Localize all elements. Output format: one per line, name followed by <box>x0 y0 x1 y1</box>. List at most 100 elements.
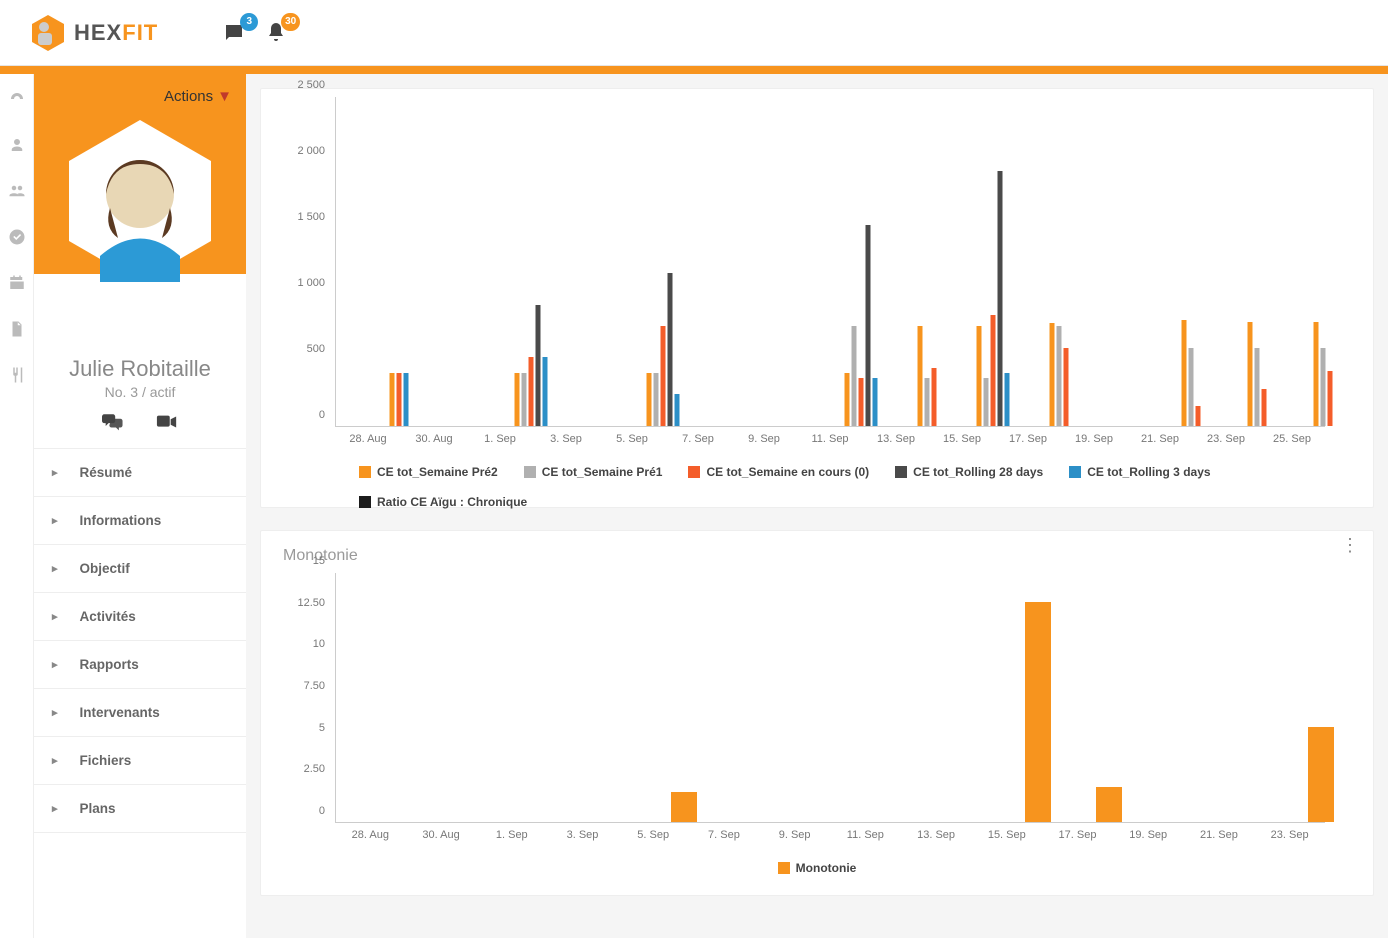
sidebar-item-label: Informations <box>80 513 162 528</box>
nutrition-icon[interactable] <box>8 366 26 384</box>
bar[interactable] <box>404 373 409 426</box>
bar[interactable] <box>845 373 850 426</box>
group-icon[interactable] <box>8 182 26 200</box>
legend-item[interactable]: CE tot_Semaine Pré2 <box>359 465 498 479</box>
accent-bar <box>0 66 1388 74</box>
bar[interactable] <box>1255 348 1260 426</box>
monotonie-legend: Monotonie <box>279 861 1355 875</box>
bar[interactable] <box>925 378 930 426</box>
sidebar-item-fichiers[interactable]: ▸Fichiers <box>34 737 246 785</box>
video-icon[interactable] <box>156 412 178 432</box>
legend-item[interactable]: CE tot_Semaine Pré1 <box>524 465 663 479</box>
sidebar: Actions ▼ Julie Robitaille No. 3 / actif <box>34 74 246 938</box>
bar[interactable] <box>543 357 548 426</box>
bar[interactable] <box>984 378 989 426</box>
bar[interactable] <box>1248 322 1253 426</box>
bar[interactable] <box>918 326 923 426</box>
bar[interactable] <box>515 373 520 426</box>
calendar-icon[interactable] <box>8 274 26 292</box>
legend-label: CE tot_Semaine en cours (0) <box>706 465 869 479</box>
bar[interactable] <box>1050 323 1055 426</box>
caret-right-icon: ▸ <box>52 562 58 575</box>
sidebar-item-informations[interactable]: ▸ Informations <box>34 497 246 545</box>
legend-item[interactable]: CE tot_Rolling 28 days <box>895 465 1043 479</box>
bar[interactable] <box>1025 602 1051 822</box>
sidebar-item-objectif[interactable]: ▸Objectif <box>34 545 246 593</box>
legend-swatch <box>524 466 536 478</box>
bar[interactable] <box>1308 727 1334 822</box>
alerts-button[interactable]: 30 <box>264 21 288 45</box>
bar[interactable] <box>647 373 652 426</box>
legend-swatch <box>778 862 790 874</box>
legend-item[interactable]: CE tot_Rolling 3 days <box>1069 465 1210 479</box>
profile-info: Julie Robitaille No. 3 / actif <box>34 274 246 448</box>
bar[interactable] <box>998 171 1003 426</box>
bar[interactable] <box>1314 322 1319 426</box>
bar[interactable] <box>852 326 857 426</box>
bar[interactable] <box>873 378 878 426</box>
bar[interactable] <box>859 378 864 426</box>
bar[interactable] <box>397 373 402 426</box>
sidebar-item-label: Activités <box>80 609 136 624</box>
bar[interactable] <box>866 225 871 426</box>
bar[interactable] <box>671 792 697 822</box>
caret-right-icon: ▸ <box>52 514 58 527</box>
legend-swatch <box>895 466 907 478</box>
legend-label: CE tot_Rolling 28 days <box>913 465 1043 479</box>
messages-button[interactable]: 3 <box>222 21 246 45</box>
bar[interactable] <box>977 326 982 426</box>
legend-label: Monotonie <box>796 861 857 875</box>
bar[interactable] <box>1262 389 1267 426</box>
bar[interactable] <box>654 373 659 426</box>
caret-right-icon: ▸ <box>52 658 58 671</box>
bar[interactable] <box>675 394 680 426</box>
bar[interactable] <box>1196 406 1201 426</box>
caret-right-icon: ▸ <box>52 802 58 815</box>
bar[interactable] <box>522 373 527 426</box>
sidebar-item-intervenants[interactable]: ▸Intervenants <box>34 689 246 737</box>
bar[interactable] <box>1057 326 1062 426</box>
legend-swatch <box>359 496 371 508</box>
bar[interactable] <box>1189 348 1194 426</box>
sidebar-item-plans[interactable]: ▸Plans <box>34 785 246 833</box>
sidebar-item-rapports[interactable]: ▸ Rapports <box>34 641 246 689</box>
sidebar-item-label: Rapports <box>80 657 139 672</box>
caret-right-icon: ▸ <box>52 610 58 623</box>
avatar-hex-icon <box>65 116 215 286</box>
sidebar-item-résumé[interactable]: ▸ Résumé <box>34 449 246 497</box>
caret-right-icon: ▸ <box>52 706 58 719</box>
legend-item[interactable]: CE tot_Semaine en cours (0) <box>688 465 869 479</box>
avatar[interactable] <box>65 116 215 291</box>
sidebar-item-activités[interactable]: ▸ Activités <box>34 593 246 641</box>
sidebar-item-label: Résumé <box>80 465 133 480</box>
card-menu-button[interactable]: ⋮ <box>1341 543 1359 547</box>
bar[interactable] <box>661 326 666 426</box>
charge-legend: CE tot_Semaine Pré2 CE tot_Semaine Pré1 CE… <box>279 465 1355 509</box>
bar[interactable] <box>536 305 541 426</box>
user-icon[interactable] <box>8 136 26 154</box>
bar[interactable] <box>1005 373 1010 426</box>
chat-icon[interactable] <box>102 412 124 432</box>
bar[interactable] <box>1328 371 1333 426</box>
bar[interactable] <box>390 373 395 426</box>
profile-name: Julie Robitaille <box>44 356 236 382</box>
bar[interactable] <box>529 357 534 426</box>
check-circle-icon[interactable] <box>8 228 26 246</box>
sidebar-item-label: Fichiers <box>80 753 132 768</box>
actions-dropdown[interactable]: Actions ▼ <box>164 88 232 105</box>
bar[interactable] <box>1096 787 1122 822</box>
bar[interactable] <box>1064 348 1069 426</box>
bar[interactable] <box>932 368 937 426</box>
legend-item[interactable]: Ratio CE Aïgu : Chronique <box>359 495 527 509</box>
bar[interactable] <box>991 315 996 426</box>
brand-logo[interactable]: HEXFIT <box>28 13 158 53</box>
dashboard-icon[interactable] <box>8 90 26 108</box>
topbar: HEXFIT 3 30 <box>0 0 1388 66</box>
document-icon[interactable] <box>8 320 26 338</box>
caret-right-icon: ▸ <box>52 466 58 479</box>
bar[interactable] <box>1182 320 1187 426</box>
charge-card: 05001 0001 5002 0002 500 28. Aug30. Aug1… <box>260 88 1374 508</box>
bar[interactable] <box>1321 348 1326 426</box>
legend-item[interactable]: Monotonie <box>778 861 857 875</box>
bar[interactable] <box>668 273 673 426</box>
